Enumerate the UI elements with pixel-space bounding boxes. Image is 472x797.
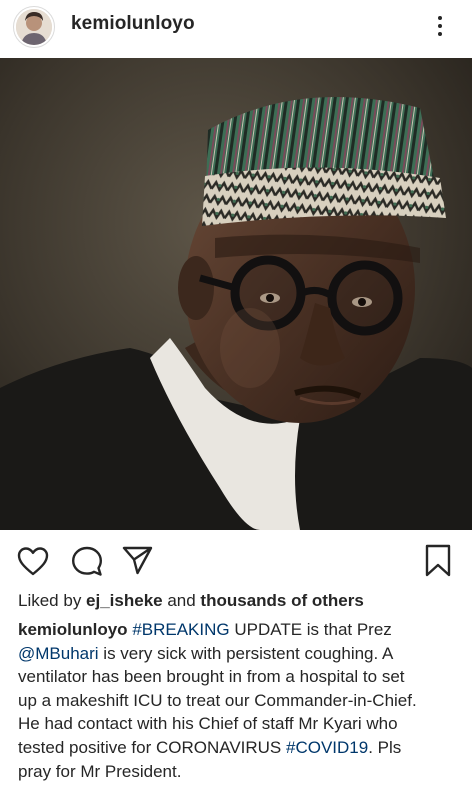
hashtag-breaking[interactable]: #BREAKING <box>132 620 229 639</box>
caption-line2: is very sick with persistent coughing. A <box>98 643 394 663</box>
caption-line5: He had contact with his Chief of staff M… <box>18 714 398 734</box>
more-options-icon[interactable] <box>428 8 452 44</box>
caption-line4: up a makeshift ICU to treat our Commande… <box>18 690 417 710</box>
avatar-image <box>16 9 52 45</box>
caption-username[interactable]: kemiolunloyo <box>18 620 128 639</box>
caption-line1: UPDATE is that Prez <box>229 620 392 639</box>
action-bar <box>0 538 472 582</box>
bookmark-icon[interactable] <box>424 544 452 578</box>
post-username[interactable]: kemiolunloyo <box>71 13 195 35</box>
mention-mbuhari[interactable]: @MBuhari <box>18 644 99 663</box>
caption-line3: ventilator has been brought in from a ho… <box>18 667 405 687</box>
caption-line6: tested positive for CORONAVIRUS <box>18 737 286 757</box>
likes-others[interactable]: thousands of others <box>200 591 363 610</box>
heart-icon[interactable] <box>17 546 49 576</box>
share-icon[interactable] <box>121 545 153 575</box>
likes-summary[interactable]: Liked by ej_isheke and thousands of othe… <box>18 591 364 611</box>
comment-icon[interactable] <box>71 546 103 576</box>
post-photo[interactable] <box>0 58 472 530</box>
avatar[interactable] <box>13 6 55 48</box>
caption-line6-end: . Pls <box>368 737 402 757</box>
likes-prefix: Liked by <box>18 591 87 610</box>
liked-by-user[interactable]: ej_isheke <box>86 591 163 610</box>
likes-middle: and <box>162 591 201 610</box>
post-header: kemiolunloyo <box>0 0 472 58</box>
caption-line7: pray for Mr President. <box>18 761 182 781</box>
post-caption: kemiolunloyo #BREAKING UPDATE is that Pr… <box>18 618 458 783</box>
hashtag-covid19[interactable]: #COVID19 <box>286 738 368 757</box>
